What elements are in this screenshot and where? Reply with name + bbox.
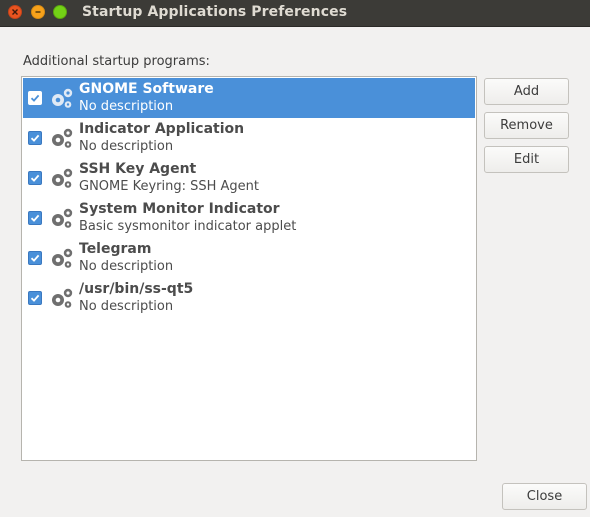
gears-icon (52, 88, 73, 108)
item-name: SSH Key Agent (79, 161, 197, 177)
gears-icon (52, 208, 73, 228)
list-item[interactable]: GNOME Software No description (23, 78, 475, 118)
minimize-icon (35, 11, 41, 13)
item-description: No description (79, 99, 174, 114)
check-icon (30, 134, 40, 142)
titlebar: Startup Applications Preferences (0, 0, 590, 27)
remove-button[interactable]: Remove (484, 112, 569, 139)
edit-button[interactable]: Edit (484, 146, 569, 173)
startup-programs-label: Additional startup programs: (23, 54, 210, 69)
item-name: System Monitor Indicator (79, 201, 280, 217)
startup-applications-window: Startup Applications Preferences Additio… (0, 0, 590, 517)
item-description: No description (79, 139, 174, 154)
list-item[interactable]: System Monitor Indicator Basic sysmonito… (23, 198, 475, 238)
check-icon (30, 174, 40, 182)
item-description: No description (79, 259, 174, 274)
window-close-button[interactable] (8, 5, 22, 19)
add-button[interactable]: Add (484, 78, 569, 105)
enable-checkbox[interactable] (28, 131, 42, 145)
enable-checkbox[interactable] (28, 171, 42, 185)
check-icon (30, 214, 40, 222)
gears-icon (52, 288, 73, 308)
list-item[interactable]: Indicator Application No description (23, 118, 475, 158)
item-name: Telegram (79, 241, 152, 257)
item-name: Indicator Application (79, 121, 245, 137)
enable-checkbox[interactable] (28, 211, 42, 225)
startup-programs-list[interactable]: GNOME Software No description Indicator … (21, 76, 477, 461)
item-name: /usr/bin/ss-qt5 (79, 281, 194, 297)
enable-checkbox[interactable] (28, 251, 42, 265)
close-icon (12, 9, 18, 15)
list-item[interactable]: /usr/bin/ss-qt5 No description (23, 278, 475, 318)
item-description: No description (79, 299, 174, 314)
close-button[interactable]: Close (502, 483, 587, 510)
gears-icon (52, 248, 73, 268)
check-icon (30, 294, 40, 302)
window-maximize-button[interactable] (53, 5, 67, 19)
enable-checkbox[interactable] (28, 291, 42, 305)
check-icon (30, 254, 40, 262)
window-title: Startup Applications Preferences (82, 4, 348, 20)
item-name: GNOME Software (79, 81, 214, 97)
gears-icon (52, 168, 73, 188)
item-description: GNOME Keyring: SSH Agent (79, 179, 260, 194)
list-item[interactable]: Telegram No description (23, 238, 475, 278)
gears-icon (52, 128, 73, 148)
item-description: Basic sysmonitor indicator applet (79, 219, 297, 234)
list-item[interactable]: SSH Key Agent GNOME Keyring: SSH Agent (23, 158, 475, 198)
enable-checkbox[interactable] (28, 91, 42, 105)
check-icon (30, 94, 40, 102)
window-minimize-button[interactable] (31, 5, 45, 19)
